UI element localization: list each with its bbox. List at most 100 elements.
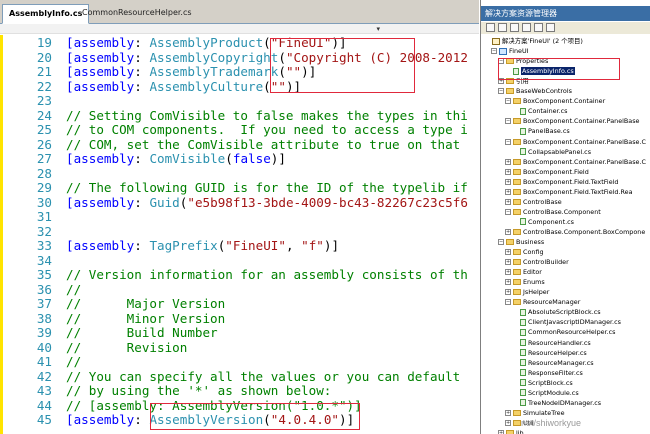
expand-icon[interactable]: + xyxy=(505,228,511,235)
code-editor[interactable]: AssemblyInfo.cs CommonResourceHelper.cs … xyxy=(0,0,479,434)
tree-item-label: JsHelper xyxy=(523,288,550,297)
tree-item[interactable]: + lib xyxy=(498,428,524,434)
solution-explorer: 解决方案资源管理器 解决方案'FineUI' (2 个项目) − FineUI − Pr… xyxy=(480,0,650,434)
expand-icon[interactable]: + xyxy=(505,168,511,175)
collapse-icon[interactable]: − xyxy=(505,118,511,125)
tree-item[interactable]: ResponseFilter.cs xyxy=(512,368,583,378)
tree-item[interactable]: − BoxComponent.Container.PanelBase xyxy=(505,116,640,126)
expand-icon[interactable]: + xyxy=(505,259,511,266)
folder-icon xyxy=(513,249,521,256)
class-diagram-icon[interactable] xyxy=(546,23,555,32)
tree-item[interactable]: ResourceHelper.cs xyxy=(512,348,587,358)
chevron-down-icon[interactable]: ▾ xyxy=(376,25,380,33)
collapse-icon[interactable]: − xyxy=(498,88,504,95)
expand-icon[interactable]: + xyxy=(505,178,511,185)
tree-item[interactable]: − BaseWebControls xyxy=(498,86,572,96)
code-text: // COM, set the ComVisible attribute to … xyxy=(66,136,468,152)
tree-item[interactable]: − BoxComponent.Container xyxy=(505,96,605,106)
view-designer-icon[interactable] xyxy=(534,23,543,32)
expand-icon[interactable]: + xyxy=(505,279,511,286)
tree-item-label: BoxComponent.Container.PanelBase.C xyxy=(523,157,646,166)
line-number: 32 xyxy=(36,223,52,239)
tree-item-label: ControlBase.Component.BoxCompone xyxy=(523,227,646,236)
tree-item-label: TreeNodeIDManager.cs xyxy=(528,398,602,407)
tree-item[interactable]: − ResourceManager xyxy=(505,297,580,307)
tree-item[interactable]: CollapsablePanel.cs xyxy=(512,147,591,157)
line-number: 37 xyxy=(36,296,52,311)
collapse-icon[interactable]: − xyxy=(491,48,497,55)
expand-icon[interactable]: + xyxy=(498,429,504,434)
collapse-icon[interactable]: − xyxy=(505,208,511,215)
tree-item[interactable]: + ControlBuilder xyxy=(505,257,569,267)
tree-item-label: CommonResourceHelper.cs xyxy=(528,328,616,337)
show-all-files-icon[interactable] xyxy=(498,23,507,32)
expand-icon[interactable]: + xyxy=(505,269,511,276)
cs-file-icon xyxy=(520,389,526,397)
tree-item[interactable]: AbsoluteScriptBlock.cs xyxy=(512,307,601,317)
code-text: // [assembly: AssemblyVersion("1.0.*")] xyxy=(66,397,362,413)
tree-item[interactable]: + Config xyxy=(505,247,544,257)
expand-icon[interactable]: + xyxy=(505,289,511,296)
expand-icon[interactable]: + xyxy=(505,409,511,416)
tree-item[interactable]: PanelBase.cs xyxy=(512,126,570,136)
folder-icon xyxy=(513,178,521,185)
expand-icon[interactable]: + xyxy=(505,249,511,256)
line-number: 31 xyxy=(36,209,52,224)
collapse-icon[interactable]: − xyxy=(505,98,511,105)
collapse-icon[interactable]: − xyxy=(505,138,511,145)
folder-icon xyxy=(513,259,521,266)
tree-item[interactable]: − Business xyxy=(498,237,544,247)
tree-item[interactable]: + BoxComponent.Field xyxy=(505,167,589,177)
collapse-icon[interactable]: − xyxy=(498,239,504,245)
properties-icon[interactable] xyxy=(486,23,495,32)
tree-item[interactable]: + JsHelper xyxy=(505,287,549,297)
tree-item[interactable]: − BoxComponent.Container.PanelBase.C xyxy=(505,137,646,147)
folder-icon xyxy=(513,269,521,276)
tree-item[interactable]: ScriptModule.cs xyxy=(512,388,579,398)
folder-icon xyxy=(513,118,521,125)
tree-item[interactable]: + BoxComponent.Field.TextField xyxy=(505,177,618,187)
cs-file-icon xyxy=(520,379,526,387)
tree-item-label: BoxComponent.Container.PanelBase.C xyxy=(523,137,646,146)
tree-item[interactable]: + BoxComponent.Field.TextField.Rea xyxy=(505,187,633,197)
collapse-icon[interactable]: − xyxy=(505,299,511,306)
line-number: 22 xyxy=(36,78,52,94)
refresh-icon[interactable] xyxy=(510,23,519,32)
tree-item-label: ResourceManager.cs xyxy=(528,358,594,367)
tree-item[interactable]: ClientJavascriptIDManager.cs xyxy=(512,317,621,327)
view-code-icon[interactable] xyxy=(522,23,531,32)
expand-icon[interactable]: + xyxy=(505,188,511,195)
tree-item[interactable]: + Editor xyxy=(505,267,542,277)
code-text: // Setting ComVisible to false makes the… xyxy=(66,107,468,123)
line-number: 26 xyxy=(36,136,52,152)
code-text: [assembly: Guid("e5b98f13-3bde-4009-bc43… xyxy=(66,194,468,210)
tree-item[interactable]: 解决方案'FineUI' (2 个项目) xyxy=(484,36,583,46)
tree-item[interactable]: − ControlBase.Component xyxy=(505,207,601,217)
tree-item[interactable]: + SimulateTree xyxy=(505,408,565,418)
tree-item[interactable]: ScriptBlock.cs xyxy=(512,378,573,388)
tree-item[interactable]: − FineUI xyxy=(491,46,529,56)
expand-icon[interactable]: + xyxy=(505,158,511,165)
tree-item-label: FineUI xyxy=(509,47,529,56)
tree-item[interactable]: + BoxComponent.Container.PanelBase.C xyxy=(505,157,646,167)
tree-item[interactable]: ResourceHandler.cs xyxy=(512,338,591,348)
tree-item[interactable]: + ControlBase xyxy=(505,197,562,207)
tree-item-label: Editor xyxy=(523,268,542,277)
tree-item[interactable]: + ControlBase.Component.BoxCompone xyxy=(505,227,645,237)
tree-item-label: lib xyxy=(516,428,524,434)
tree-item[interactable]: + Enums xyxy=(505,277,545,287)
tab-commonresourcehelper[interactable]: CommonResourceHelper.cs xyxy=(76,4,198,24)
solution-explorer-toolbar xyxy=(481,22,650,34)
expand-icon[interactable]: + xyxy=(505,198,511,205)
tree-item[interactable]: ResourceManager.cs xyxy=(512,358,594,368)
code-text: [assembly: ComVisible(false)] xyxy=(66,151,286,166)
tree-item[interactable]: CommonResourceHelper.cs xyxy=(512,327,616,337)
tree-item[interactable]: Component.cs xyxy=(512,217,574,227)
tree-item-label: PanelBase.cs xyxy=(528,127,570,136)
expand-icon[interactable]: + xyxy=(505,419,511,426)
folder-icon xyxy=(513,98,521,105)
tree-item[interactable]: Container.cs xyxy=(512,106,568,116)
code-text: // xyxy=(66,281,82,297)
tree-item[interactable]: TreeNodeIDManager.cs xyxy=(512,398,601,408)
folder-icon xyxy=(513,188,521,195)
